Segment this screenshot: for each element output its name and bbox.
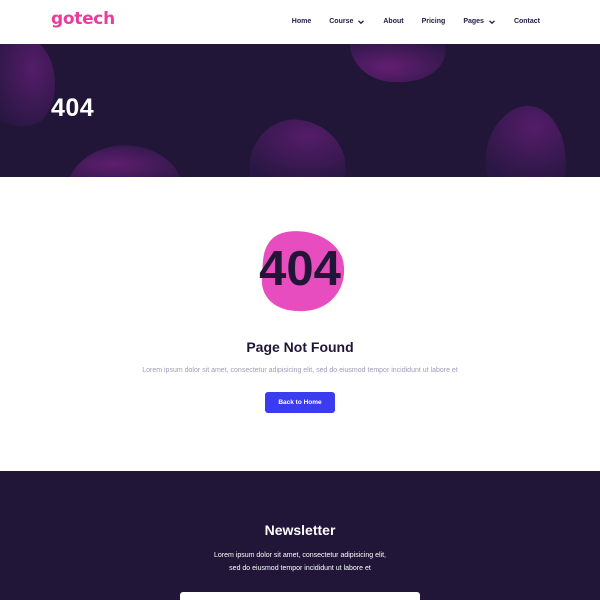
nav-item-home[interactable]: Home (292, 17, 311, 25)
back-to-home-button[interactable]: Back to Home (265, 392, 335, 413)
newsletter-email-input[interactable] (180, 592, 420, 600)
not-found-heading: Page Not Found (246, 339, 354, 355)
nav-item-about[interactable]: About (383, 17, 403, 25)
nav-item-pricing[interactable]: Pricing (422, 17, 446, 25)
nav-item-label: Course (329, 17, 354, 25)
nav-item-label: Home (291, 17, 312, 25)
nav-item-course[interactable]: Course (329, 17, 365, 25)
site-header: gotech Home Course About Pricing Pages C… (0, 0, 600, 44)
nav-item-label: Pricing (421, 17, 446, 25)
error-illustration: 404 (250, 227, 350, 313)
nav-item-pages[interactable]: Pages (463, 17, 496, 25)
page-title: 404 (51, 94, 95, 122)
newsletter-description: Lorem ipsum dolor sit amet, consectetur … (0, 549, 600, 575)
nav-item-label: Pages (463, 17, 484, 25)
error-code: 404 (259, 242, 341, 296)
newsletter-line-2: sed do eiusmod tempor incididunt ut labo… (229, 565, 371, 572)
newsletter-heading: Newsletter (264, 522, 336, 538)
newsletter-section: Newsletter Lorem ipsum dolor sit amet, c… (0, 471, 600, 600)
brand-logo[interactable]: gotech (51, 9, 115, 29)
page-banner: 404 (0, 44, 600, 177)
nav-item-label: About (383, 17, 404, 25)
newsletter-line-1: Lorem ipsum dolor sit amet, consectetur … (214, 552, 386, 559)
chevron-down-icon (358, 20, 365, 25)
nav-item-contact[interactable]: Contact (514, 17, 540, 25)
not-found-section: 404 Page Not Found Lorem ipsum dolor sit… (0, 177, 600, 471)
chevron-down-icon (488, 20, 495, 25)
not-found-description: Lorem ipsum dolor sit amet, consectetur … (142, 367, 458, 374)
nav-item-label: Contact (513, 17, 540, 25)
main-nav: Home Course About Pricing Pages Contact (274, 17, 540, 25)
